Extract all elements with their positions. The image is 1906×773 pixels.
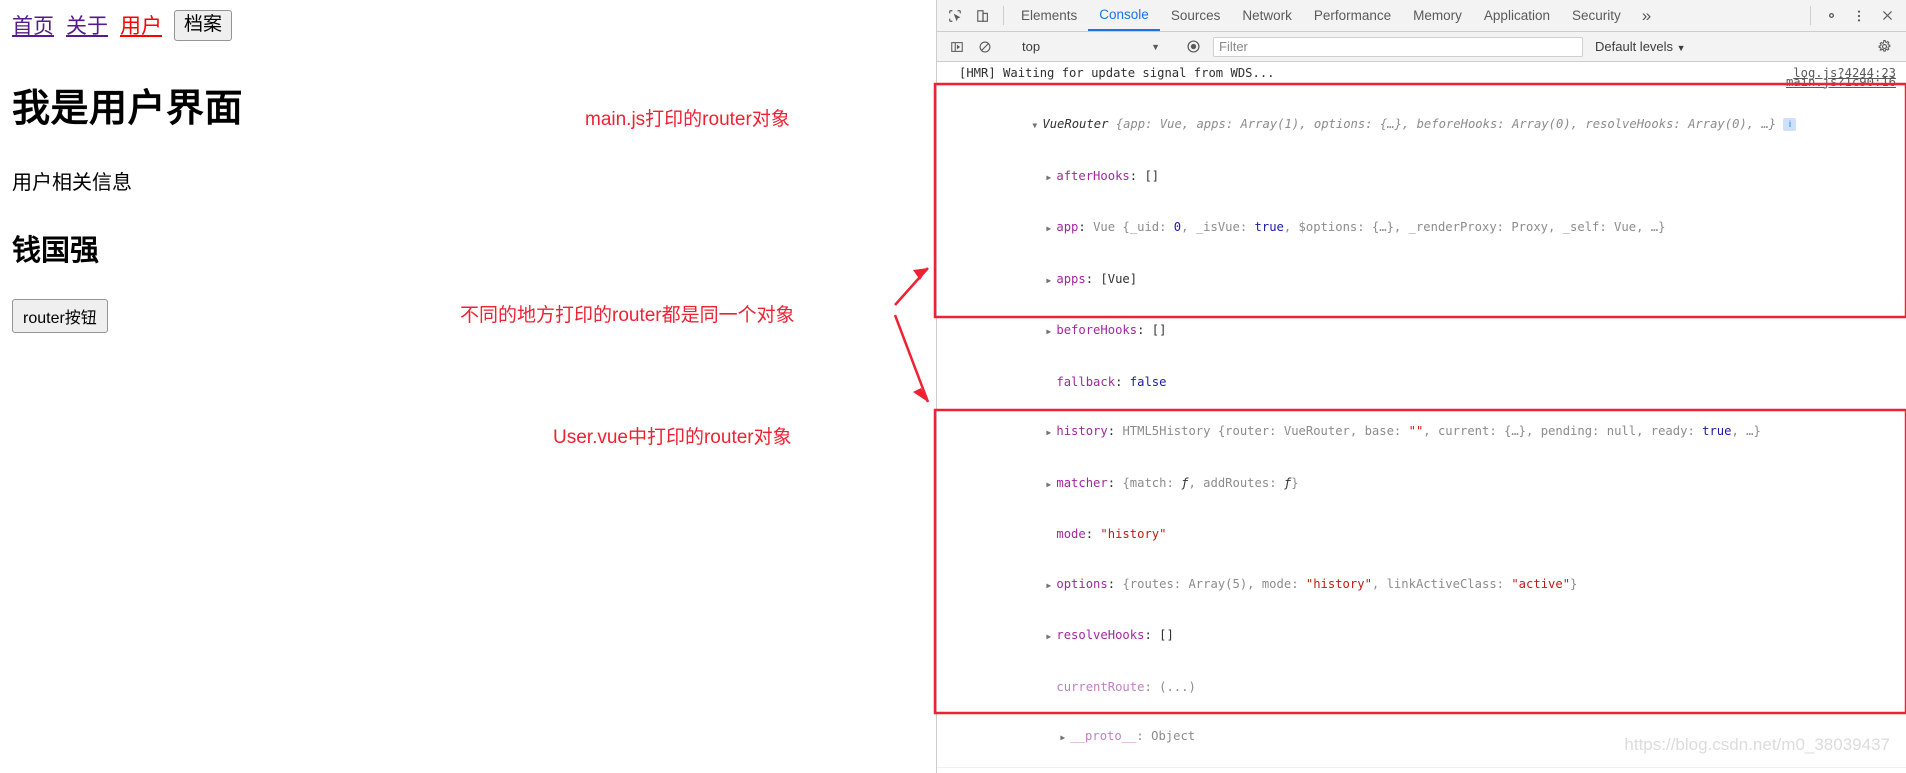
property-key: mode <box>1056 527 1086 541</box>
clear-console-icon[interactable] <box>971 40 999 54</box>
close-icon[interactable] <box>1873 0 1901 31</box>
tab-network[interactable]: Network <box>1231 0 1303 31</box>
property-key: apps <box>1056 271 1086 286</box>
console-message-text: [HMR] Waiting for update signal from WDS… <box>959 66 1275 80</box>
property-key: fallback <box>1056 374 1116 389</box>
object-property-row: mode: "history" <box>1056 527 1167 541</box>
property-value: [Vue] <box>1100 271 1138 286</box>
toolbar-divider <box>1003 6 1004 25</box>
toolbar-divider-2 <box>1810 6 1811 25</box>
object-property-row[interactable]: resolveHooks: [] <box>959 611 1898 663</box>
devtools-panel: Elements Console Sources Network Perform… <box>936 0 1906 773</box>
console-message-hmr[interactable]: [HMR] Waiting for update signal from WDS… <box>937 62 1906 86</box>
console-source-link-main[interactable]: main.js?1c90:16 <box>1786 74 1896 91</box>
object-property-row[interactable]: apps: [Vue] <box>959 254 1898 306</box>
nav-link-home[interactable]: 首页 <box>12 10 54 40</box>
property-value: [] <box>1151 323 1167 337</box>
chevron-down-icon-levels: ▼ <box>1676 43 1686 53</box>
property-key: beforeHooks <box>1056 323 1138 337</box>
console-output[interactable]: [HMR] Waiting for update signal from WDS… <box>937 62 1906 773</box>
object-property-row[interactable]: options: {routes: Array(5), mode: "histo… <box>959 559 1898 611</box>
inspect-element-icon[interactable] <box>941 0 969 31</box>
expand-triangle-icon[interactable] <box>1046 475 1056 494</box>
annotation-label-user: User.vue中打印的router对象 <box>553 427 792 448</box>
expand-triangle-icon[interactable] <box>1046 576 1056 595</box>
object-property-row[interactable]: afterHooks: [] <box>959 151 1898 203</box>
more-options-icon[interactable] <box>1845 0 1873 31</box>
property-value: [] <box>1144 168 1160 183</box>
user-name: 钱国强 <box>12 234 100 267</box>
tab-elements[interactable]: Elements <box>1010 0 1088 31</box>
property-key: currentRoute <box>1056 679 1145 694</box>
nav-link-about[interactable]: 关于 <box>66 10 108 40</box>
page-navbar: 首页 关于 用户 档案 <box>12 10 924 41</box>
annotation-label-same-object: 不同的地方打印的router都是同一个对象 <box>460 305 795 326</box>
object-property-row[interactable]: app: Vue {_uid: 0, _isVue: true, $option… <box>959 203 1898 255</box>
console-message-vue-devtools[interactable]: Download the Vue Devtools extension for … <box>937 768 1906 773</box>
property-value: false <box>1129 374 1167 389</box>
property-value: (...) <box>1159 679 1196 694</box>
expand-triangle-icon[interactable] <box>1060 728 1070 747</box>
tab-console[interactable]: Console <box>1088 0 1160 31</box>
property-value: "history" <box>1100 527 1167 541</box>
tab-application[interactable]: Application <box>1473 0 1561 31</box>
expand-triangle-icon[interactable] <box>1046 627 1056 646</box>
nav-link-user[interactable]: 用户 <box>120 10 162 40</box>
filterbar-right <box>1870 39 1906 54</box>
more-tabs-icon[interactable]: » <box>1632 0 1661 31</box>
object-property-row[interactable]: currentRoute: (...) <box>959 662 1898 712</box>
execution-context-select[interactable]: top ▼ <box>1016 39 1166 54</box>
tab-performance[interactable]: Performance <box>1303 0 1402 31</box>
console-sidebar-icon[interactable] <box>943 40 971 54</box>
object-property-row[interactable]: matcher: {match: ƒ, addRoutes: ƒ} <box>959 458 1898 510</box>
console-object-block-main[interactable]: main.js?1c90:16 VueRouter {app: Vue, app… <box>937 75 1906 768</box>
log-level-dropdown[interactable]: Default levels ▼ <box>1595 39 1686 54</box>
object-constructor-name: VueRouter <box>1042 117 1109 131</box>
property-key: afterHooks <box>1056 168 1130 183</box>
live-expression-icon[interactable] <box>1179 39 1207 54</box>
execution-context-value: top <box>1022 39 1041 54</box>
object-header-row[interactable]: VueRouter {app: Vue, apps: Array(1), opt… <box>959 100 1898 152</box>
console-filterbar: top ▼ Default levels ▼ <box>937 32 1906 62</box>
expand-triangle-icon[interactable] <box>1046 219 1056 238</box>
expand-triangle-icon[interactable] <box>1046 322 1056 341</box>
page-subtext: 用户相关信息 <box>12 171 132 194</box>
object-property-row: fallback: false <box>1056 374 1167 389</box>
chevron-down-icon: ▼ <box>1151 41 1160 52</box>
expand-triangle-icon[interactable] <box>1046 423 1056 442</box>
tab-security[interactable]: Security <box>1561 0 1632 31</box>
tab-memory[interactable]: Memory <box>1402 0 1473 31</box>
console-settings-gear-icon[interactable] <box>1870 39 1898 54</box>
property-key: resolveHooks <box>1056 628 1145 642</box>
expand-triangle-icon[interactable] <box>1032 116 1042 135</box>
property-key: history <box>1056 424 1108 438</box>
devtools-toolbar-right <box>1804 0 1906 31</box>
console-filter-input[interactable] <box>1213 36 1583 57</box>
browser-page-content: 首页 关于 用户 档案 我是用户界面 用户相关信息 钱国强 router按钮 <box>0 0 936 773</box>
nav-button-profile[interactable]: 档案 <box>174 10 233 41</box>
object-property-row[interactable]: beforeHooks: [] <box>959 306 1898 358</box>
property-key: options <box>1056 576 1108 591</box>
property-key: __proto__ <box>1070 729 1137 743</box>
log-level-label: Default levels <box>1595 39 1674 54</box>
annotation-label-main: main.js打印的router对象 <box>585 109 790 130</box>
object-preview: {app: Vue, apps: Array(1), options: {…},… <box>1108 117 1777 131</box>
router-button[interactable]: router按钮 <box>12 298 108 333</box>
object-property-row[interactable]: history: HTML5History {router: VueRouter… <box>959 407 1898 459</box>
property-key: app <box>1056 220 1079 234</box>
property-value: [] <box>1159 628 1174 642</box>
info-badge-icon[interactable]: i <box>1783 118 1797 131</box>
expand-triangle-icon[interactable] <box>1046 168 1056 187</box>
property-key: matcher <box>1056 475 1108 490</box>
devtools-tabbar: Elements Console Sources Network Perform… <box>937 0 1906 32</box>
expand-triangle-icon[interactable] <box>1046 271 1056 290</box>
gear-icon[interactable] <box>1817 0 1845 31</box>
device-toolbar-icon[interactable] <box>969 0 997 31</box>
property-value: Object <box>1151 729 1196 743</box>
watermark: https://blog.csdn.net/m0_38039437 <box>1624 735 1890 754</box>
tab-sources[interactable]: Sources <box>1160 0 1232 31</box>
screenshot-root: 首页 关于 用户 档案 我是用户界面 用户相关信息 钱国强 router按钮 E… <box>0 0 1906 773</box>
